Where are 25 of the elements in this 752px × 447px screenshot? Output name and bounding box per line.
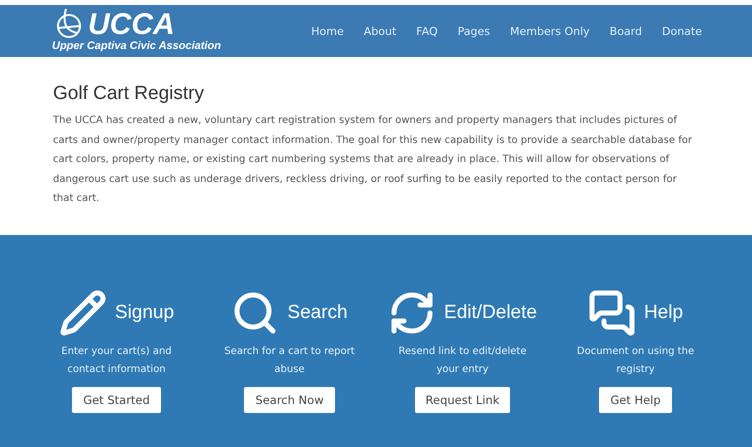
action-button[interactable]: Request Link xyxy=(414,387,510,413)
pencil-icon xyxy=(58,289,107,337)
action-button[interactable]: Get Started xyxy=(72,387,161,413)
nav-link[interactable]: FAQ xyxy=(406,24,448,38)
nav-link[interactable]: Donate xyxy=(652,24,712,38)
card-title: Help xyxy=(644,302,684,324)
nav-link[interactable]: Pages xyxy=(448,24,500,38)
card-title: Search xyxy=(287,302,348,324)
nav-link[interactable]: Board xyxy=(600,24,652,38)
page-title: Golf Cart Registry xyxy=(53,83,205,105)
card-description: Search for a cart to report abuse xyxy=(223,345,356,377)
chat-bubbles-icon xyxy=(588,289,636,337)
card-description: Resend link to edit/delete your entry xyxy=(397,345,528,377)
logo-title: UCCA xyxy=(88,10,176,40)
nav-link[interactable]: Members Only xyxy=(500,24,600,38)
intro-paragraph: The UCCA has created a new, voluntary cart registration system for owners and property managers that includes pictures of carts and owner/property manager contact information. The goal for this new capability is to provide a searchable database for cart colors, property name, or existing cart numbering systems that are already in place. This will allow for observations of dangerous cart use such as underage drivers, reckless driving, or roof surfing to be easily reported to the contact person for that cart. xyxy=(53,114,693,206)
card-title: Edit/Delete xyxy=(444,302,537,324)
action-button[interactable]: Search Now xyxy=(244,387,335,413)
logo-subtitle: Upper Captiva Civic Association xyxy=(52,40,221,52)
card-title: Signup xyxy=(114,302,174,324)
nav-link[interactable]: About xyxy=(354,24,406,38)
card-description: Document on using the registry xyxy=(576,345,696,377)
nav-link[interactable]: Home xyxy=(301,24,354,38)
card-description: Enter your cart(s) and contact information xyxy=(60,345,173,377)
action-button[interactable]: Get Help xyxy=(599,387,672,413)
